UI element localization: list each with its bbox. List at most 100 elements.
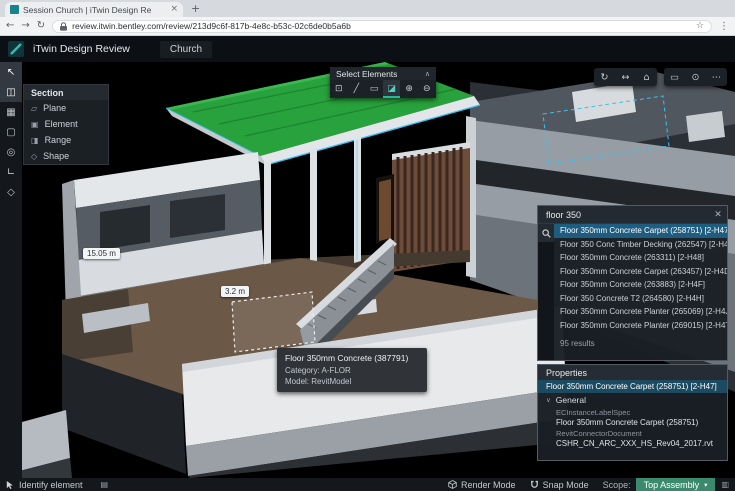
element-icon: ▣ (31, 120, 39, 129)
flyout-item-label: Plane (43, 103, 66, 113)
add-selection-button[interactable]: ⊕ (400, 80, 418, 98)
result-count: 95 results (554, 332, 727, 348)
project-name-button[interactable]: Church (160, 41, 212, 58)
flyout-item-label: Shape (43, 151, 69, 161)
search-result-row[interactable]: Floor 350 Concrete T2 (264580) [2-H4H] (554, 292, 727, 306)
isolate-tool-button[interactable]: ◎ (0, 142, 22, 162)
refresh-icon[interactable]: ↻ (37, 21, 45, 31)
search-result-row[interactable]: Floor 350mm Concrete Planter (265069) [2… (554, 305, 727, 319)
general-section-header[interactable]: ∨ General (538, 393, 727, 406)
property-value: Floor 350mm Concrete Carpet (258751) (538, 417, 727, 427)
section-label: General (556, 395, 586, 405)
model-viewport[interactable]: ↖ ◫ ▦ ▢ ◎ ∟ ◇ Section ▱ Plane ▣ Element … (0, 62, 735, 478)
chevron-up-icon[interactable]: ∧ (425, 70, 430, 78)
tooltip-category: Category: A-FLOR (285, 365, 419, 376)
more-view-tools-button[interactable]: ⋯ (706, 68, 727, 86)
plane-icon: ▱ (31, 104, 37, 113)
search-result-row[interactable]: Floor 350mm Concrete Carpet (263457) [2-… (554, 265, 727, 279)
tooltip-element-name: Floor 350mm Concrete (387791) (285, 353, 419, 363)
url-text: review.itwin.bentley.com/review/213d9c6f… (72, 21, 691, 31)
render-mode-button[interactable]: Render Mode (448, 480, 516, 490)
tooltip-model: Model: RevitModel (285, 376, 419, 387)
scope-dropdown[interactable]: Top Assembly ▾ (636, 478, 716, 491)
section-range-item[interactable]: ◨ Range (24, 132, 108, 148)
search-results-panel: floor 350 ✕ Floor 350mm Concrete Carpet … (537, 205, 728, 361)
browser-tab[interactable]: Session Church | iTwin Design Re × (5, 2, 183, 17)
new-tab-button[interactable]: + (191, 2, 200, 15)
favicon (10, 5, 19, 14)
bookmark-star-icon[interactable]: ☆ (696, 21, 704, 31)
range-icon: ◨ (31, 136, 39, 145)
back-icon[interactable]: ← (6, 21, 14, 31)
select-elements-toolbar: Select Elements ∧ ⊡ ╱ ▭ ◪ ⊕ ⊖ (330, 67, 436, 98)
left-toolbar: ↖ ◫ ▦ ▢ ◎ ∟ ◇ (0, 62, 22, 478)
forward-icon[interactable]: → (21, 21, 29, 31)
tab-close-icon[interactable]: × (170, 5, 178, 14)
line-select-button[interactable]: ╱ (348, 80, 366, 98)
shape-icon: ◇ (31, 152, 37, 161)
lock-icon (60, 22, 67, 31)
cube-icon (448, 480, 457, 489)
address-bar[interactable]: review.itwin.bentley.com/review/213d9c6f… (52, 20, 712, 33)
close-icon[interactable]: ✕ (709, 210, 727, 220)
select-elements-titlebar[interactable]: Select Elements ∧ (330, 67, 436, 80)
search-result-row[interactable]: Floor 350mm Concrete Carpet (258751) [2-… (554, 224, 727, 238)
measurement-label: 3.2 m (221, 286, 249, 297)
identify-element-label: Identify element (19, 480, 83, 490)
property-value: CSHR_CN_ARC_XXX_HS_Rev04_2017.rvt (538, 438, 727, 448)
scope-label: Scope: (603, 480, 631, 490)
fit-view-button[interactable]: ⌂ (636, 68, 657, 86)
element-tools-button[interactable]: ▦ (0, 102, 22, 122)
section-plane-item[interactable]: ▱ Plane (24, 100, 108, 116)
property-label: ECInstanceLabelSpec (538, 406, 727, 417)
search-input[interactable]: floor 350 (538, 210, 709, 220)
chevron-down-icon: ∨ (546, 396, 551, 404)
search-result-row[interactable]: Floor 350mm Concrete (263311) [2-H48] (554, 251, 727, 265)
selected-element-row[interactable]: Floor 350mm Concrete Carpet (258751) [2-… (538, 380, 727, 393)
look-around-button[interactable]: ⊙ (685, 68, 706, 86)
section-flyout-menu: Section ▱ Plane ▣ Element ◨ Range ◇ Shap… (23, 84, 109, 165)
section-tool-button[interactable]: ◫ (0, 82, 22, 102)
select-elements-title: Select Elements (336, 69, 397, 79)
property-label: RevitConnectorDocument (538, 427, 727, 438)
snap-mode-label: Snap Mode (543, 480, 589, 490)
browser-tabstrip: Session Church | iTwin Design Re × + (0, 0, 735, 17)
orbit-button[interactable]: ↻ (594, 68, 615, 86)
pan-button[interactable]: ↔ (615, 68, 636, 86)
search-result-row[interactable]: Floor 350mm Concrete Planter (269015) [2… (554, 319, 727, 333)
app-title: iTwin Design Review (33, 43, 130, 55)
section-flyout-title: Section (24, 85, 108, 100)
hide-tool-button[interactable]: ▢ (0, 122, 22, 142)
remove-selection-button[interactable]: ⊖ (418, 80, 436, 98)
magnet-icon (530, 480, 539, 489)
box-select-button[interactable]: ▭ (365, 80, 383, 98)
brush-select-button[interactable]: ◪ (383, 80, 401, 98)
properties-panel: Properties Floor 350mm Concrete Carpet (… (537, 364, 728, 461)
snap-mode-button[interactable]: Snap Mode (530, 480, 589, 490)
status-bar: Identify element ▤ Render Mode Snap Mode… (0, 478, 735, 491)
pick-elements-button[interactable]: ⊡ (330, 80, 348, 98)
flyout-item-label: Range (45, 135, 72, 145)
view-tools-group-2: ▭ ⊙ ⋯ (664, 68, 727, 86)
measure-tool-button[interactable]: ∟ (0, 162, 22, 182)
identify-cursor-icon (6, 480, 14, 490)
measurement-label: 15.05 m (83, 248, 120, 259)
select-tool-button[interactable]: ↖ (0, 62, 22, 82)
search-result-row[interactable]: Floor 350mm Concrete (263883) [2-H4F] (554, 278, 727, 292)
browser-menu-icon[interactable]: ⋮ (719, 21, 729, 32)
layers-icon[interactable]: ▤ (101, 480, 109, 489)
search-rail (538, 224, 554, 360)
section-element-item[interactable]: ▣ Element (24, 116, 108, 132)
browser-urlbar: ← → ↻ review.itwin.bentley.com/review/21… (0, 17, 735, 36)
window-area-button[interactable]: ▭ (664, 68, 685, 86)
search-result-row[interactable]: Floor 350 Conc Timber Decking (262547) [… (554, 238, 727, 252)
search-icon[interactable] (538, 224, 554, 242)
itwin-logo-icon (8, 41, 24, 57)
tab-title: Session Church | iTwin Design Re (23, 5, 166, 15)
view-tools-group-1: ↻ ↔ ⌂ (594, 68, 657, 86)
flyout-item-label: Element (45, 119, 78, 129)
markup-tool-button[interactable]: ◇ (0, 182, 22, 202)
keyboard-shortcuts-icon[interactable]: ▥ (721, 480, 729, 489)
section-shape-item[interactable]: ◇ Shape (24, 148, 108, 164)
chevron-down-icon: ▾ (704, 481, 707, 489)
